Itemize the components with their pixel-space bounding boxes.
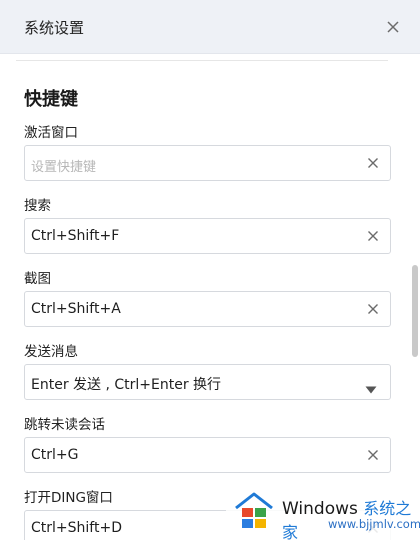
field-label-open-ding: 打开DING窗口	[24, 490, 113, 506]
section-title-shortcuts: 快捷键	[24, 89, 78, 110]
watermark: Windows 系统之家 www.bjjmlv.com	[226, 486, 420, 540]
dropdown-toggle[interactable]	[365, 379, 377, 394]
close-icon	[387, 21, 399, 33]
field-value: Ctrl+Shift+F	[31, 228, 120, 244]
field-value: Ctrl+Shift+D	[31, 520, 122, 536]
field-value: Ctrl+G	[31, 447, 79, 463]
scrollbar-thumb[interactable]	[412, 265, 418, 357]
watermark-brand-en: Windows	[282, 499, 358, 519]
divider	[16, 60, 388, 61]
clear-icon	[368, 450, 378, 460]
settings-content: 快捷键 激活窗口 设置快捷键 搜索 Ctrl+Shift+F 截图 Ctrl+S…	[0, 54, 420, 540]
clear-button[interactable]	[365, 155, 381, 171]
clear-button[interactable]	[365, 228, 381, 244]
shortcut-input-search[interactable]: Ctrl+Shift+F	[24, 218, 391, 254]
clear-button[interactable]	[365, 447, 381, 463]
shortcut-input-activate-window[interactable]: 设置快捷键	[24, 145, 391, 181]
shortcut-input-jump-unread[interactable]: Ctrl+G	[24, 437, 391, 473]
clear-icon	[368, 158, 378, 168]
windows-house-logo-icon	[235, 492, 273, 528]
caret-down-icon	[365, 386, 377, 394]
clear-icon	[368, 304, 378, 314]
field-value: Ctrl+Shift+A	[31, 301, 121, 317]
field-label-send-message: 发送消息	[24, 344, 78, 360]
send-message-select[interactable]: Enter 发送 , Ctrl+Enter 换行	[24, 364, 391, 400]
field-placeholder: 设置快捷键	[31, 160, 97, 175]
watermark-url: www.bjjmlv.com	[328, 517, 420, 531]
field-label-jump-unread: 跳转未读会话	[24, 417, 105, 433]
field-label-screenshot: 截图	[24, 271, 51, 287]
close-button[interactable]	[382, 16, 404, 38]
clear-button[interactable]	[365, 301, 381, 317]
field-label-search: 搜索	[24, 198, 51, 214]
clear-icon	[368, 231, 378, 241]
field-label-activate-window: 激活窗口	[24, 125, 78, 141]
select-value: Enter 发送 , Ctrl+Enter 换行	[31, 377, 222, 393]
shortcut-input-screenshot[interactable]: Ctrl+Shift+A	[24, 291, 391, 327]
window-titlebar: 系统设置	[0, 0, 420, 54]
window-title: 系统设置	[24, 19, 85, 37]
